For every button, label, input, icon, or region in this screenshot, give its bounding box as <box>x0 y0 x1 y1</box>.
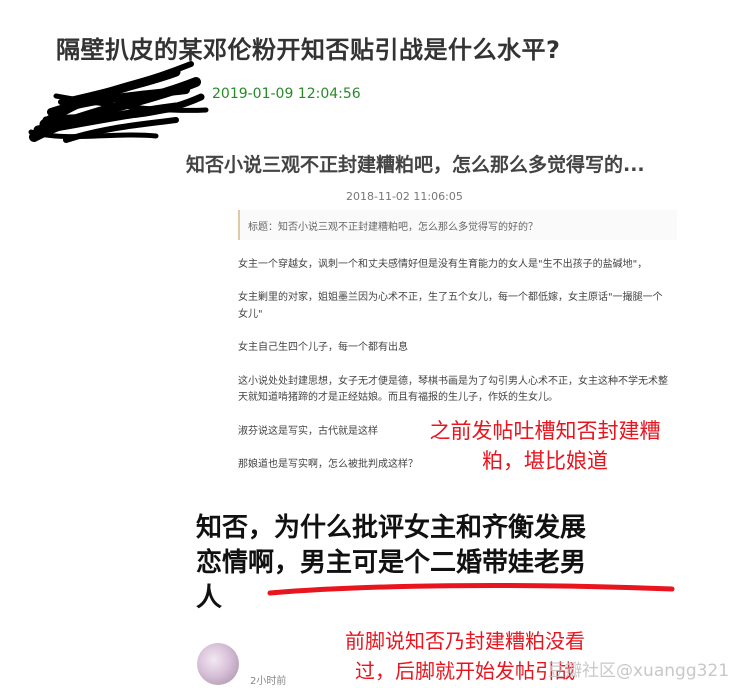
quote-box: 标题：知否小说三观不正封建糟粕吧，怎么那么多觉得写的好的？ <box>238 210 677 240</box>
paragraph: 女主剿里的对家，姐姐墨兰因为心术不正，生了五个女儿，每一个都低嫁，女主原话"一撮… <box>238 292 663 303</box>
paragraph: 女儿" <box>238 309 263 320</box>
paragraph: 那娘道也是写实啊，怎么被批判成这样？ <box>238 459 418 470</box>
avatar[interactable] <box>197 643 239 685</box>
comment-time: 2小时前 <box>250 676 287 687</box>
paragraph: 女主一个穿越女，讽刺一个和丈夫感情好但是没有生育能力的女人是"生不出孩子的盐碱地… <box>238 259 648 270</box>
redaction-scribble <box>28 61 209 143</box>
paragraph: 淑芬说这是写实，古代就是这样 <box>238 426 378 437</box>
annotation-line: 前脚说知否乃封建糟粕没看 <box>345 629 585 653</box>
paragraph: 女主自己生四个儿子，每一个都有出息 <box>238 342 408 353</box>
quote-text: 标题：知否小说三观不正封建糟粕吧，怎么那么多觉得写的好的？ <box>248 222 538 233</box>
screenshot-post-title: 知否小说三观不正封建糟粕吧，怎么那么多觉得写的... <box>186 154 645 176</box>
highlight-line: 知否，为什么批评女主和齐衡发展 <box>196 513 587 543</box>
paragraph: 天就知道啃猪蹄的才是正经姑娘。而且有福报的生儿子，作妖的生女儿。 <box>238 392 558 403</box>
annotation-line: 粕，堪比娘道 <box>482 449 608 473</box>
paragraph: 这小说处处封建思想，女子无才便是德，琴棋书画是为了勾引男人心术不正，女主这种不学… <box>238 376 668 387</box>
watermark: 豆瓣社区@xuangg321 <box>548 661 730 681</box>
screenshot-post-date: 2018-11-02 11:06:05 <box>346 190 463 203</box>
red-underline <box>267 583 675 596</box>
post-date: 2019-01-09 12:04:56 <box>212 86 361 102</box>
annotation-note-1: 之前发帖吐槽知否封建糟 粕，堪比娘道 <box>410 416 680 476</box>
annotation-line: 之前发帖吐槽知否封建糟 <box>429 419 661 443</box>
